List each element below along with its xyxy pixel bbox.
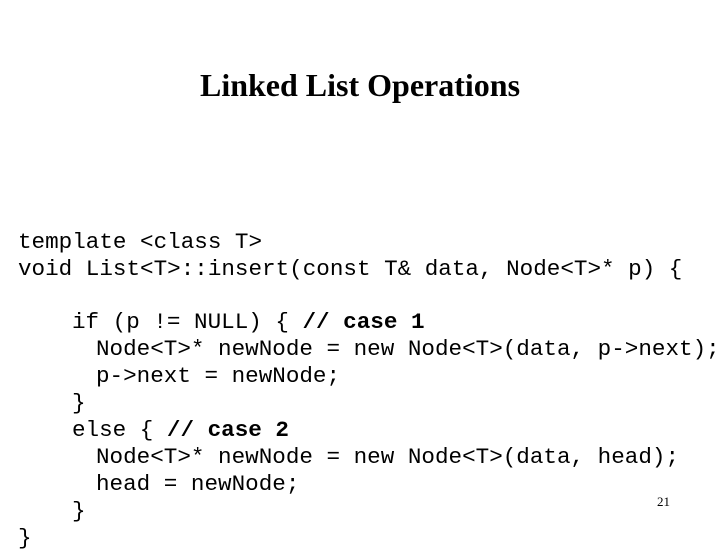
code-text: if (p != NULL) { (72, 309, 303, 335)
code-text: } (72, 498, 86, 524)
code-line: } (18, 498, 708, 525)
code-text: } (72, 390, 86, 416)
code-text: else { (72, 417, 167, 443)
code-text: } (18, 525, 32, 551)
code-line: void List<T>::insert(const T& data, Node… (18, 256, 708, 283)
page-title: Linked List Operations (199, 67, 521, 104)
code-line: Node<T>* newNode = new Node<T>(data, hea… (18, 444, 708, 471)
code-line: else { // case 2 (18, 417, 708, 444)
code-block: template <class T> void List<T>::insert(c… (18, 148, 720, 552)
code-line: head = newNode; (18, 471, 708, 498)
code-text: Node<T>* newNode = new Node<T>(data, p->… (96, 336, 720, 362)
code-text: head = newNode; (96, 471, 300, 497)
slide-canvas: Linked List Operations template <class T… (0, 0, 720, 551)
code-text: p->next = newNode; (96, 363, 341, 389)
page-number: 21 (657, 494, 670, 509)
code-line: } (18, 390, 708, 417)
code-text: template <class T> (18, 229, 263, 255)
code-comment: // case 1 (302, 309, 425, 335)
code-line: p->next = newNode; (18, 363, 708, 390)
code-comment: // case 2 (166, 417, 289, 443)
code-line: if (p != NULL) { // case 1 (18, 309, 708, 336)
code-text: Node<T>* newNode = new Node<T>(data, hea… (96, 444, 680, 470)
code-line: } (18, 525, 708, 552)
code-line: Node<T>* newNode = new Node<T>(data, p->… (18, 336, 720, 363)
code-text: void List<T>::insert(const T& data, Node… (18, 256, 683, 282)
code-line: template <class T> (18, 229, 708, 256)
